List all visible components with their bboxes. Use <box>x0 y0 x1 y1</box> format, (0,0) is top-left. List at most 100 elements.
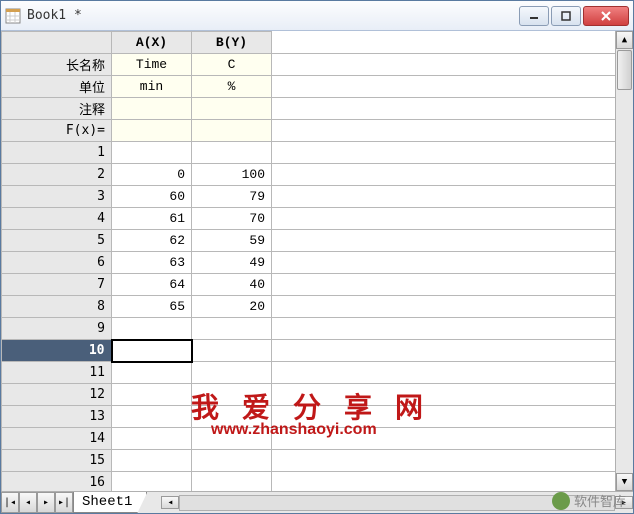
fx-B[interactable] <box>192 120 272 142</box>
table-row: 66349 <box>2 252 616 274</box>
hscroll-left-button[interactable]: ◂ <box>161 496 179 509</box>
row-header[interactable]: 8 <box>2 296 112 318</box>
table-row: 56259 <box>2 230 616 252</box>
titlebar[interactable]: Book1 * <box>1 1 633 31</box>
close-button[interactable] <box>583 6 629 26</box>
cell-B[interactable] <box>192 362 272 384</box>
cell-B[interactable]: 20 <box>192 296 272 318</box>
row-header[interactable]: 12 <box>2 384 112 406</box>
col-header-A[interactable]: A(X) <box>112 32 192 54</box>
cell-B[interactable]: 79 <box>192 186 272 208</box>
cell-A[interactable] <box>112 406 192 428</box>
unit-A[interactable]: min <box>112 76 192 98</box>
hscroll-track[interactable] <box>179 495 615 511</box>
cell-A[interactable] <box>112 362 192 384</box>
table-row: 16 <box>2 472 616 492</box>
row-header[interactable]: 15 <box>2 450 112 472</box>
cell-B[interactable]: 70 <box>192 208 272 230</box>
row-header[interactable]: 1 <box>2 142 112 164</box>
col-header-B[interactable]: B(Y) <box>192 32 272 54</box>
cell-A[interactable]: 64 <box>112 274 192 296</box>
longname-A[interactable]: Time <box>112 54 192 76</box>
corner-cell[interactable] <box>2 32 112 54</box>
table-row: 10 <box>2 340 616 362</box>
row-header[interactable]: 5 <box>2 230 112 252</box>
vertical-scrollbar[interactable]: ▲ ▼ <box>615 31 633 491</box>
row-header-fx[interactable]: F(x)= <box>2 120 112 142</box>
cell-A[interactable]: 62 <box>112 230 192 252</box>
sheet-tab[interactable]: Sheet1 <box>73 492 147 513</box>
row-header[interactable]: 13 <box>2 406 112 428</box>
worksheet-grid[interactable]: A(X) B(Y) 长名称 Time C 单位 min % 注释 <box>1 31 615 491</box>
cell-A[interactable]: 61 <box>112 208 192 230</box>
fx-A[interactable] <box>112 120 192 142</box>
scroll-track[interactable] <box>616 91 633 473</box>
table-row: 76440 <box>2 274 616 296</box>
scroll-thumb[interactable] <box>617 50 632 90</box>
nav-last-button[interactable]: ▸| <box>55 492 73 513</box>
table-row: 12 <box>2 384 616 406</box>
content-area: A(X) B(Y) 长名称 Time C 单位 min % 注释 <box>1 31 633 491</box>
table-row: 15 <box>2 450 616 472</box>
cell-B[interactable] <box>192 384 272 406</box>
table-row: 20100 <box>2 164 616 186</box>
cell-A[interactable] <box>112 450 192 472</box>
nav-prev-button[interactable]: ◂ <box>19 492 37 513</box>
cell-A[interactable] <box>112 428 192 450</box>
cell-B[interactable]: 49 <box>192 252 272 274</box>
row-header[interactable]: 2 <box>2 164 112 186</box>
cell-A[interactable]: 63 <box>112 252 192 274</box>
cell-A[interactable] <box>112 142 192 164</box>
horizontal-scrollbar[interactable]: ◂ ▸ <box>161 492 633 513</box>
comment-B[interactable] <box>192 98 272 120</box>
row-header-comment[interactable]: 注释 <box>2 98 112 120</box>
maximize-button[interactable] <box>551 6 581 26</box>
row-header[interactable]: 16 <box>2 472 112 492</box>
row-header[interactable]: 6 <box>2 252 112 274</box>
row-header-longname[interactable]: 长名称 <box>2 54 112 76</box>
hscroll-right-button[interactable]: ▸ <box>615 496 633 509</box>
unit-B[interactable]: % <box>192 76 272 98</box>
cell-A[interactable]: 65 <box>112 296 192 318</box>
longname-B[interactable]: C <box>192 54 272 76</box>
cell-A[interactable] <box>112 340 192 362</box>
bottom-bar: |◂ ◂ ▸ ▸| Sheet1 ◂ ▸ <box>1 491 633 513</box>
row-header[interactable]: 3 <box>2 186 112 208</box>
nav-next-button[interactable]: ▸ <box>37 492 55 513</box>
cell-B[interactable]: 59 <box>192 230 272 252</box>
cell-B[interactable] <box>192 428 272 450</box>
cell-B[interactable] <box>192 450 272 472</box>
table-row: 86520 <box>2 296 616 318</box>
cell-A[interactable] <box>112 384 192 406</box>
table-row: 11 <box>2 362 616 384</box>
row-header[interactable]: 10 <box>2 340 112 362</box>
cell-B[interactable]: 40 <box>192 274 272 296</box>
row-header[interactable]: 4 <box>2 208 112 230</box>
comment-A[interactable] <box>112 98 192 120</box>
cell-B[interactable] <box>192 142 272 164</box>
cell-A[interactable] <box>112 318 192 340</box>
row-header[interactable]: 11 <box>2 362 112 384</box>
cell-B[interactable] <box>192 472 272 492</box>
cell-B[interactable]: 100 <box>192 164 272 186</box>
cell-B[interactable] <box>192 340 272 362</box>
cell-A[interactable]: 60 <box>112 186 192 208</box>
table-row: 46170 <box>2 208 616 230</box>
scroll-down-button[interactable]: ▼ <box>616 473 633 491</box>
cell-A[interactable]: 0 <box>112 164 192 186</box>
cell-A[interactable] <box>112 472 192 492</box>
scroll-up-button[interactable]: ▲ <box>616 31 633 49</box>
table-row: 9 <box>2 318 616 340</box>
row-header[interactable]: 14 <box>2 428 112 450</box>
row-header[interactable]: 9 <box>2 318 112 340</box>
row-header-unit[interactable]: 单位 <box>2 76 112 98</box>
row-header[interactable]: 7 <box>2 274 112 296</box>
minimize-button[interactable] <box>519 6 549 26</box>
table-row: 14 <box>2 428 616 450</box>
cell-B[interactable] <box>192 318 272 340</box>
nav-first-button[interactable]: |◂ <box>1 492 19 513</box>
window-buttons <box>519 6 629 26</box>
empty-area <box>272 32 616 54</box>
workbook-icon <box>5 8 21 24</box>
cell-B[interactable] <box>192 406 272 428</box>
